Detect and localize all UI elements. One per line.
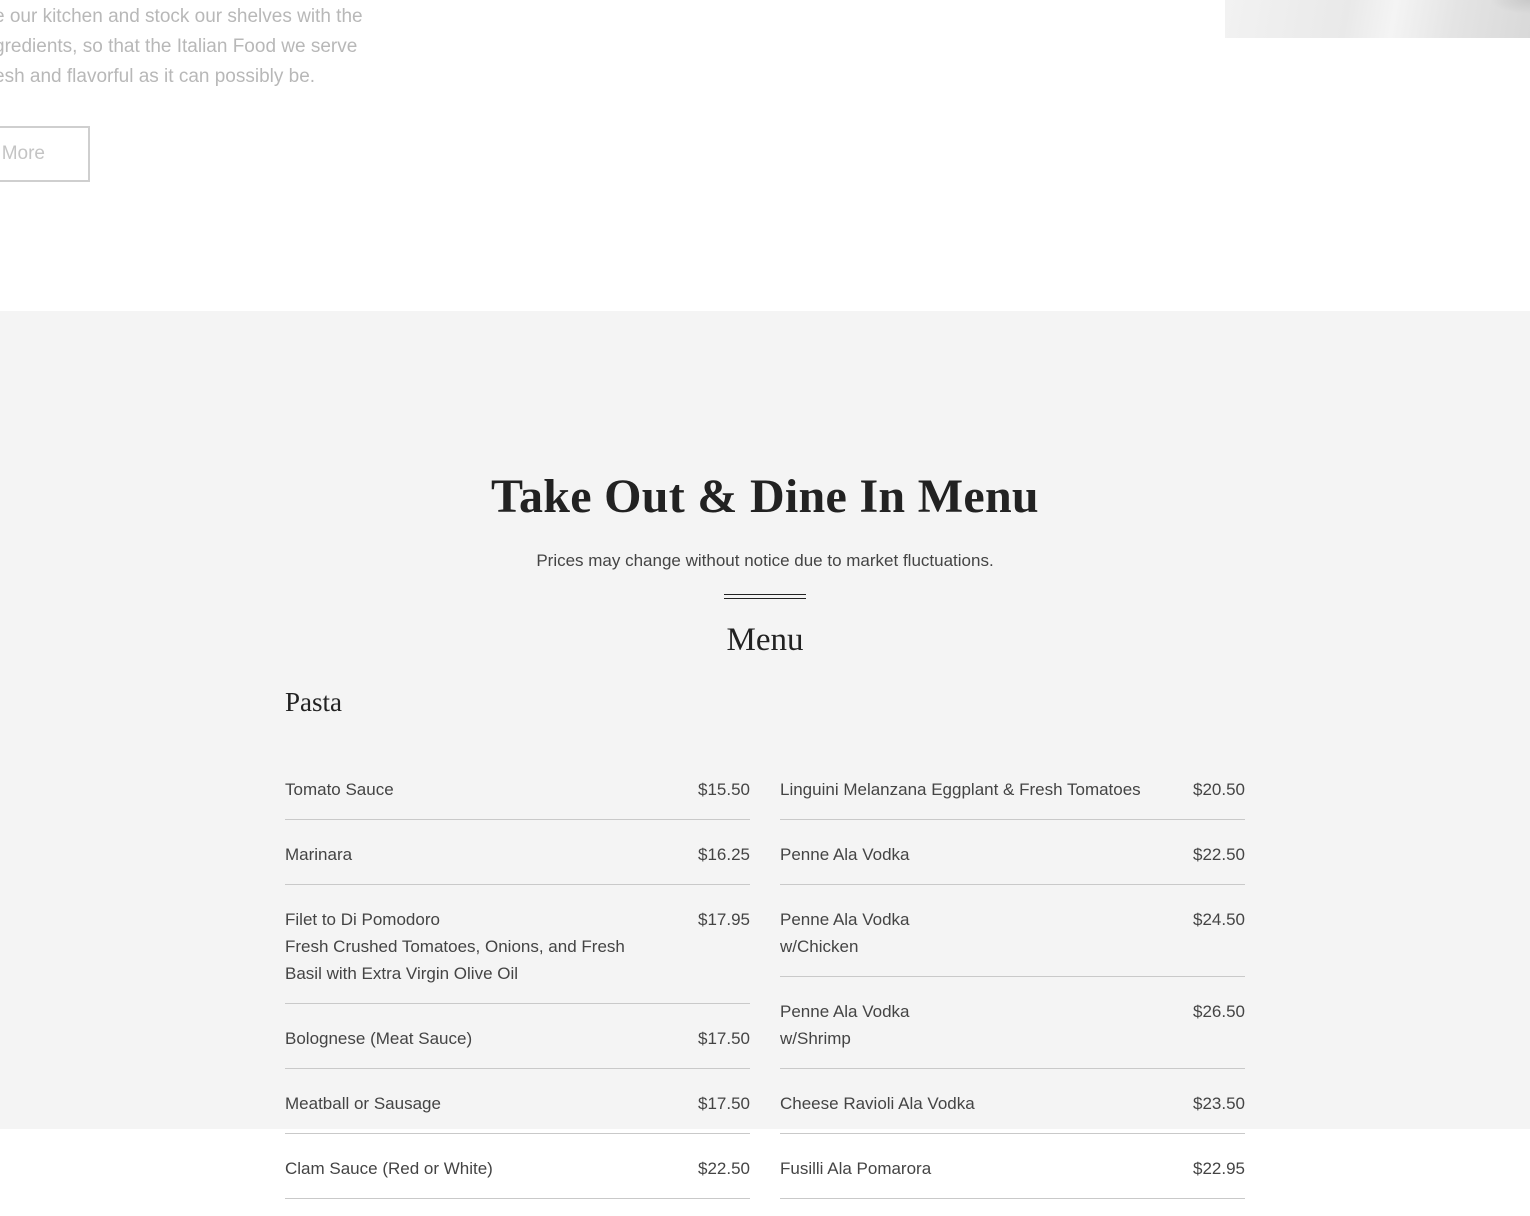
menu-item: Fusilli Ala Pomarora $22.95	[780, 1151, 1245, 1199]
menu-item: Penne Ala Vodka $22.50	[780, 837, 1245, 885]
menu-item-price: $17.50	[698, 1094, 750, 1113]
about-text-line: esh and flavorful as it can possibly be.	[0, 66, 316, 87]
about-image	[1225, 0, 1530, 38]
menu-item-price: $26.50	[1193, 1002, 1245, 1021]
menu-item-price: $22.50	[1193, 845, 1245, 864]
menu-item: Linguini Melanzana Eggplant & Fresh Toma…	[780, 772, 1245, 820]
menu-item-text: Tomato Sauce	[285, 776, 394, 803]
menu-item: Clam Sauce (Red or White) $22.50	[285, 1151, 750, 1199]
menu-item-name: Meatball or Sausage	[285, 1094, 441, 1113]
menu-item-text: Bolognese (Meat Sauce)	[285, 1025, 472, 1052]
menu-item-description: w/Chicken	[780, 937, 859, 956]
menu-item-description: w/Shrimp	[780, 1029, 851, 1048]
menu-item-price: $24.50	[1193, 910, 1245, 929]
menu-item-name: Fusilli Ala Pomarora	[780, 1159, 932, 1178]
menu-item-text: Clam Sauce (Red or White)	[285, 1155, 493, 1182]
menu-item-name: Bolognese (Meat Sauce)	[285, 1029, 473, 1048]
menu-item-text: Penne Ala Vodka w/Shrimp	[780, 998, 910, 1052]
menu-item-name: Linguini Melanzana Eggplant & Fresh Toma…	[780, 780, 1141, 799]
menu-item-price: $16.25	[698, 845, 750, 864]
menu-column-left: Tomato Sauce $15.50 Marinara $16.25 Filet to…	[285, 772, 750, 1216]
menu-item-name: Tomato Sauce	[285, 780, 394, 799]
menu-item-price: $17.95	[698, 910, 750, 929]
about-text-line: e our kitchen and stock our shelves with…	[0, 6, 363, 27]
menu-section: Take Out & Dine In Menu Prices may chang…	[0, 311, 1530, 1199]
menu-item-price: $22.95	[1193, 1159, 1245, 1178]
category-title-pasta: Pasta	[285, 687, 342, 717]
menu-item-price: $22.50	[698, 1159, 750, 1178]
menu-item-text: Marinara	[285, 841, 352, 868]
menu-item-text: Penne Ala Vodka	[780, 841, 910, 868]
menu-item: Cheese Ravioli Ala Vodka $23.50	[780, 1086, 1245, 1134]
menu-item-name: Clam Sauce (Red or White)	[285, 1159, 493, 1178]
menu-item-text: Filet to Di Pomodoro Fresh Crushed Tomato…	[285, 906, 655, 987]
menu-item-name: Penne Ala Vodka	[780, 845, 910, 864]
read-more-label: More	[1, 143, 45, 164]
about-section: e our kitchen and stock our shelves with…	[0, 0, 1530, 311]
menu-item-text: Penne Ala Vodka w/Chicken	[780, 906, 910, 960]
about-text: e our kitchen and stock our shelves with…	[0, 2, 374, 92]
menu-item-name: Penne Ala Vodka	[780, 910, 910, 929]
menu-item-price: $17.50	[698, 1029, 750, 1048]
menu-item: Penne Ala Vodka w/Chicken $24.50	[780, 902, 1245, 977]
menu-item-text: Cheese Ravioli Ala Vodka	[780, 1090, 975, 1117]
menu-item-name: Penne Ala Vodka	[780, 1002, 910, 1021]
menu-subtitle: Prices may change without notice due to …	[536, 551, 994, 570]
menu-title: Menu	[726, 622, 804, 658]
menu-item: Penne Ala Vodka w/Shrimp $26.50	[780, 994, 1245, 1069]
menu-item: Filet to Di Pomodoro Fresh Crushed Tomato…	[285, 902, 750, 1004]
menu-item-name: Marinara	[285, 845, 353, 864]
menu-item-text: Meatball or Sausage	[285, 1090, 441, 1117]
menu-item-price: $20.50	[1193, 780, 1245, 799]
menu-item: Meatball or Sausage $17.50	[285, 1086, 750, 1134]
menu-item: Tomato Sauce $15.50	[285, 772, 750, 820]
menu-item: Bolognese (Meat Sauce) $17.50	[285, 1021, 750, 1069]
read-more-button[interactable]: More	[0, 126, 90, 182]
menu-item-description: Fresh Crushed Tomatoes, Onions, and Fres…	[285, 937, 625, 983]
menu-item: Marinara $16.25	[285, 837, 750, 885]
menu-item-name: Cheese Ravioli Ala Vodka	[780, 1094, 975, 1113]
menu-item-name: Filet to Di Pomodoro	[285, 910, 440, 929]
menu-column-right: Linguini Melanzana Eggplant & Fresh Toma…	[780, 772, 1245, 1216]
menu-item-price: $15.50	[698, 780, 750, 799]
menu-item-text: Linguini Melanzana Eggplant & Fresh Toma…	[780, 776, 1141, 803]
menu-item-price: $23.50	[1193, 1094, 1245, 1113]
menu-item-text: Fusilli Ala Pomarora	[780, 1155, 931, 1182]
heading-divider	[724, 594, 806, 599]
about-text-line: gredients, so that the Italian Food we s…	[0, 36, 358, 57]
menu-heading: Take Out & Dine In Menu	[491, 470, 1039, 523]
